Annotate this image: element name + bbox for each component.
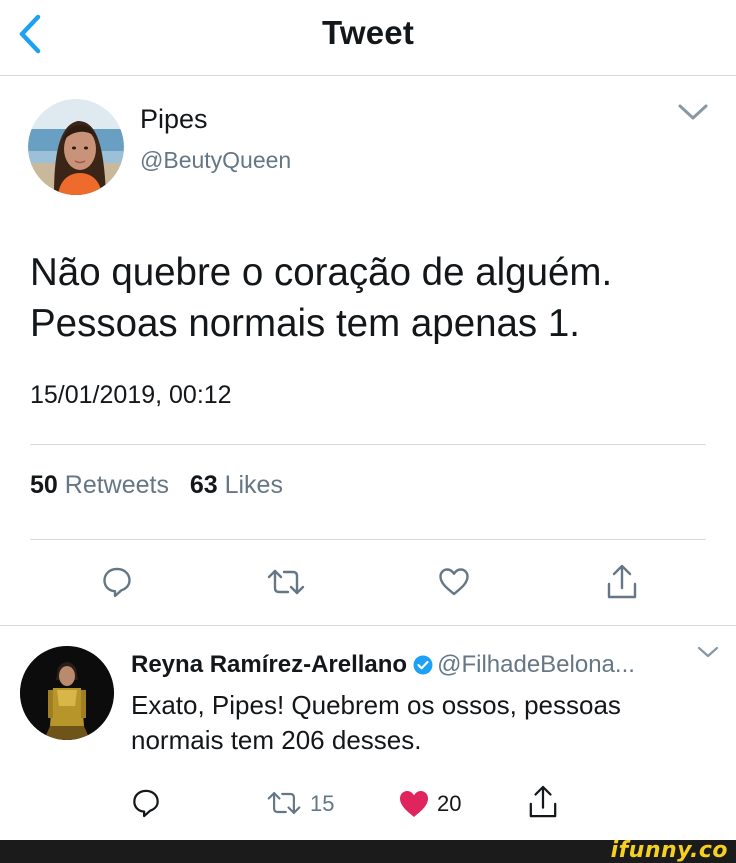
tweet-stats: 50 Retweets 63 Likes [30, 471, 283, 500]
tweet-text-line: Não quebre o coração de alguém. [30, 251, 613, 294]
verified-badge [413, 654, 433, 682]
profile-photo [20, 646, 114, 740]
heart-outline-icon [439, 568, 469, 596]
watermark-bar: ifunny.co [0, 838, 736, 863]
divider [0, 625, 736, 626]
likes-count: 63 [189, 471, 218, 499]
divider [30, 444, 706, 445]
chevron-down-icon [678, 104, 708, 120]
reply-author-handle[interactable]: @FilhadeBelona... [437, 651, 635, 678]
tweet-menu-button[interactable] [676, 100, 710, 126]
divider [30, 539, 706, 540]
reply-retweet-button[interactable] [266, 791, 302, 815]
likes-stat[interactable]: 63 Likes [190, 471, 283, 499]
retweet-icon [267, 792, 301, 814]
retweets-count: 50 [30, 471, 58, 499]
watermark-logo: ifunny.co [610, 838, 728, 863]
reply-likes-count: 20 [437, 791, 462, 816]
retweet-button[interactable] [266, 569, 306, 595]
heart-filled-icon [400, 791, 428, 817]
reply-header: Reyna Ramírez-Arellano @FilhadeBelona... [131, 651, 635, 682]
top-bar: Tweet [0, 0, 736, 76]
share-button[interactable] [606, 564, 638, 600]
reply-author-name[interactable]: Reyna Ramírez-Arellano [131, 651, 407, 678]
reply-icon [103, 567, 131, 598]
reply-retweets-count: 15 [310, 791, 335, 816]
reply-button[interactable] [102, 566, 132, 598]
reply-text-line: Exato, Pipes! Quebrem os ossos, pessoas [131, 690, 621, 720]
share-icon [607, 564, 637, 599]
chevron-down-icon [697, 646, 719, 658]
author-name[interactable]: Pipes [140, 104, 208, 135]
share-icon [529, 785, 557, 818]
profile-photo [28, 99, 124, 195]
retweets-label: Retweets [64, 471, 169, 499]
reply-like-button[interactable] [398, 789, 430, 819]
verified-icon [413, 655, 433, 675]
retweet-icon [267, 569, 305, 595]
reply-share-button[interactable] [528, 785, 558, 819]
tweet-text-line: Pessoas normais tem apenas 1. [30, 302, 580, 345]
reply-icon [133, 789, 159, 818]
tweet-timestamp: 15/01/2019, 00:12 [30, 381, 232, 409]
page-title: Tweet [321, 14, 415, 51]
reply-menu-button[interactable] [696, 644, 720, 662]
reply-text-line: normais tem 206 desses. [131, 725, 422, 755]
reply-text: Exato, Pipes! Quebrem os ossos, pessoas … [131, 688, 711, 758]
likes-label: Likes [224, 471, 283, 499]
reply-reply-button[interactable] [132, 788, 160, 818]
retweets-stat[interactable]: 50 Retweets [30, 471, 169, 499]
like-button[interactable] [438, 567, 470, 597]
tweet-text: Não quebre o coração de alguém. Pessoas … [30, 247, 720, 349]
reply-avatar[interactable] [20, 646, 114, 740]
avatar[interactable] [28, 99, 124, 195]
author-handle[interactable]: @BeutyQueen [140, 147, 291, 174]
